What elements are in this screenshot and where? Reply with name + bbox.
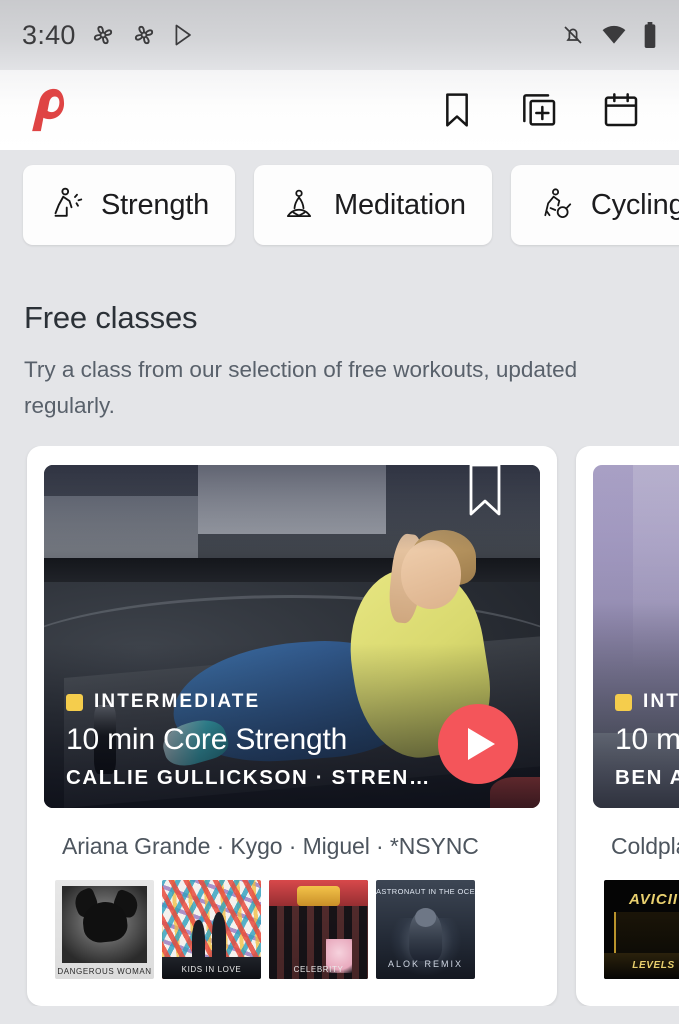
difficulty-badge: INTERMEDIATE bbox=[66, 691, 520, 713]
app-header-actions bbox=[437, 90, 659, 130]
class-instructor-discipline: BEN A bbox=[615, 766, 679, 789]
play-store-icon bbox=[175, 24, 191, 46]
chip-label: Meditation bbox=[334, 188, 466, 221]
status-bar-right bbox=[561, 22, 657, 48]
free-classes-carousel[interactable]: INTERMEDIATE 10 min Core Strength CALLIE… bbox=[0, 446, 679, 1006]
album-celebrity: CELEBRITY bbox=[269, 880, 368, 979]
status-bar-left: 3:40 bbox=[22, 20, 197, 51]
class-card[interactable]: INTERMEDIATE 10 min Core Strength CALLIE… bbox=[27, 446, 557, 1006]
difficulty-label: INTERMEDIATE bbox=[94, 691, 261, 712]
notifications-off-icon bbox=[564, 26, 582, 44]
album-caption: DANGEROUS WOMAN bbox=[57, 967, 152, 976]
chip-label: Cycling bbox=[590, 188, 679, 221]
album-kids-in-love: KIDS IN LOVE bbox=[162, 880, 261, 979]
difficulty-badge: INTE bbox=[615, 691, 679, 713]
play-icon bbox=[467, 728, 495, 760]
album-caption: ALOK REMIX bbox=[387, 959, 463, 969]
fan-icon bbox=[134, 25, 153, 45]
cycling-icon bbox=[544, 188, 571, 219]
free-classes-section-header: Free classes Try a class from our select… bbox=[0, 300, 679, 425]
wifi-icon bbox=[602, 25, 626, 44]
album-art-row: DANGEROUS WOMAN KIDS IN LOVE CELEBRITY A… bbox=[55, 880, 540, 979]
class-card[interactable]: INTE 10 m BEN A Coldplay AVICII LEVELS bbox=[576, 446, 679, 1006]
class-artists: Ariana Grande · Kygo · Miguel · *NSYNC bbox=[62, 833, 479, 859]
stack-add-icon[interactable] bbox=[519, 90, 559, 130]
app-header bbox=[0, 70, 679, 150]
chip-strength[interactable]: Strength bbox=[23, 165, 236, 245]
page-title: Free classes bbox=[24, 300, 198, 335]
album-top-text: ASTRONAUT IN THE OCEAN bbox=[376, 886, 475, 896]
class-meta: INTE 10 m BEN A bbox=[615, 691, 679, 790]
fan-icon bbox=[93, 25, 112, 45]
calendar-icon[interactable] bbox=[601, 90, 641, 130]
chip-cycling[interactable]: Cycling bbox=[510, 165, 679, 245]
strength-icon bbox=[54, 187, 83, 217]
meditation-icon bbox=[286, 189, 312, 218]
album-dangerous-woman: DANGEROUS WOMAN bbox=[55, 880, 154, 979]
difficulty-color-swatch bbox=[615, 693, 632, 711]
album-caption: LEVELS bbox=[632, 960, 675, 971]
battery-icon bbox=[644, 22, 656, 48]
status-bar-clock: 3:40 bbox=[22, 19, 76, 50]
album-astronaut-in-the-ocean: ASTRONAUT IN THE OCEAN ALOK REMIX bbox=[376, 880, 475, 979]
chip-meditation[interactable]: Meditation bbox=[254, 165, 492, 245]
bookmark-icon[interactable] bbox=[464, 465, 506, 521]
difficulty-label: INTE bbox=[643, 691, 679, 712]
category-chip-row[interactable]: Strength Meditation Cycling bbox=[0, 150, 679, 260]
app-screen: 3:40 Strength Meditation Cycling Free cl… bbox=[0, 0, 679, 1024]
status-bar: 3:40 bbox=[0, 0, 679, 70]
peloton-logo bbox=[32, 88, 65, 132]
chip-label: Strength bbox=[101, 188, 210, 221]
play-button[interactable] bbox=[438, 704, 518, 784]
class-thumbnail[interactable]: INTERMEDIATE 10 min Core Strength CALLIE… bbox=[44, 465, 540, 808]
album-brand-text: AVICII bbox=[628, 890, 679, 908]
bookmark-icon[interactable] bbox=[437, 90, 477, 130]
section-subtitle: Try a class from our selection of free w… bbox=[24, 357, 578, 419]
difficulty-color-swatch bbox=[66, 693, 83, 711]
class-artists: Coldplay bbox=[611, 833, 679, 859]
class-title: 10 m bbox=[615, 723, 679, 756]
album-art-row: AVICII LEVELS bbox=[604, 880, 679, 979]
class-thumbnail[interactable]: INTE 10 m BEN A bbox=[593, 465, 679, 808]
album-caption: CELEBRITY bbox=[293, 965, 344, 974]
album-levels: AVICII LEVELS bbox=[604, 880, 679, 979]
album-caption: KIDS IN LOVE bbox=[181, 965, 242, 974]
